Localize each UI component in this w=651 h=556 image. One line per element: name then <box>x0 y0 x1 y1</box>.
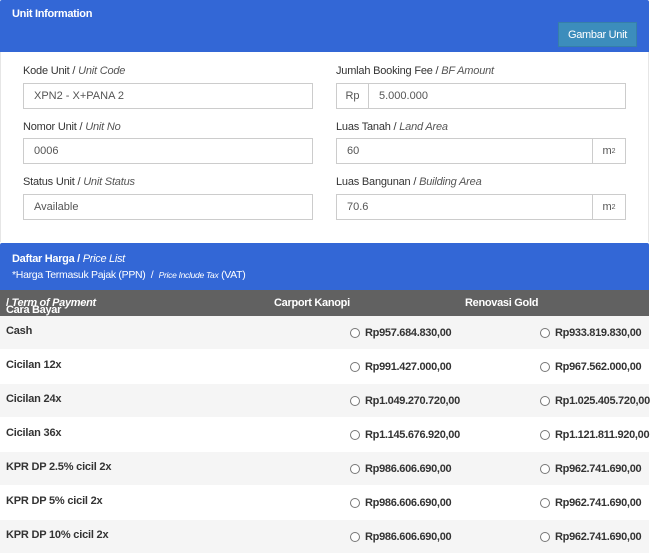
col-payment: Cara Bayar / Term of Payment <box>6 297 96 316</box>
status-unit-field[interactable]: Available <box>23 194 313 220</box>
table-row: Cicilan 24x Rp1.049.270.720,00 Rp1.025.4… <box>0 384 650 418</box>
booking-fee-label: Jumlah Booking Fee / BF Amount <box>336 65 494 77</box>
price-option-carport[interactable]: Rp1.145.676.920,00 <box>350 429 460 441</box>
col-carport-kanopi: Carport Kanopi <box>274 297 350 309</box>
nomor-unit-field[interactable]: 0006 <box>23 138 313 164</box>
currency-addon: Rp <box>337 84 369 108</box>
radio-button[interactable] <box>350 328 360 338</box>
table-row: Cicilan 36x Rp1.145.676.920,00 Rp1.121.8… <box>0 418 650 452</box>
luas-bangunan-field[interactable]: 70.6 m2 <box>336 194 626 220</box>
price-option-carport[interactable]: Rp986.606.690,00 <box>350 531 452 543</box>
radio-button[interactable] <box>350 498 360 508</box>
area-unit-addon: m2 <box>592 139 625 163</box>
unit-info-form: Kode Unit / Unit Code XPN2 - X+PANA 2 No… <box>0 52 649 242</box>
price-option-carport[interactable]: Rp1.049.270.720,00 <box>350 395 460 407</box>
price-option-carport[interactable]: Rp957.684.830,00 <box>350 327 452 339</box>
unit-info-header: Unit Information Gambar Unit <box>0 0 649 52</box>
radio-button[interactable] <box>350 396 360 406</box>
kode-unit-field[interactable]: XPN2 - X+PANA 2 <box>23 83 313 109</box>
price-list-title: Daftar Harga / Price List <box>12 253 125 265</box>
price-table-header: Cara Bayar / Term of Payment Carport Kan… <box>0 290 649 316</box>
area-unit-addon: m2 <box>592 195 625 219</box>
radio-button[interactable] <box>540 362 550 372</box>
radio-button[interactable] <box>540 430 550 440</box>
luas-tanah-field[interactable]: 60 m2 <box>336 138 626 164</box>
price-option-renovasi[interactable]: Rp967.562.000,00 <box>540 361 642 373</box>
tax-note: *Harga Termasuk Pajak (PPN) / Price Incl… <box>12 269 246 281</box>
gambar-unit-button[interactable]: Gambar Unit <box>558 22 637 47</box>
table-row: KPR DP 10% cicil 2x Rp986.606.690,00 Rp9… <box>0 520 649 554</box>
price-option-renovasi[interactable]: Rp933.819.830,00 <box>540 327 642 339</box>
radio-button[interactable] <box>540 498 550 508</box>
radio-button[interactable] <box>350 362 360 372</box>
luas-bangunan-label: Luas Bangunan / Building Area <box>336 176 482 188</box>
price-table-body: Cash Rp957.684.830,00 Rp933.819.830,00 C… <box>0 316 650 554</box>
radio-button[interactable] <box>350 532 360 542</box>
radio-button[interactable] <box>540 396 550 406</box>
status-unit-label: Status Unit / Unit Status <box>23 176 135 188</box>
radio-button[interactable] <box>350 464 360 474</box>
price-option-renovasi[interactable]: Rp1.121.811.920,00 <box>540 429 650 441</box>
col-renovasi-gold: Renovasi Gold <box>465 297 539 309</box>
booking-fee-field[interactable]: Rp 5.000.000 <box>336 83 626 109</box>
price-option-renovasi[interactable]: Rp962.741.690,00 <box>540 463 642 475</box>
price-option-renovasi[interactable]: Rp1.025.405.720,00 <box>540 395 650 407</box>
price-option-carport[interactable]: Rp991.427.000,00 <box>350 361 452 373</box>
radio-button[interactable] <box>350 430 360 440</box>
kode-unit-label: Kode Unit / Unit Code <box>23 65 126 77</box>
nomor-unit-label: Nomor Unit / Unit No <box>23 121 121 133</box>
price-option-renovasi[interactable]: Rp962.741.690,00 <box>540 497 642 509</box>
radio-button[interactable] <box>540 328 550 338</box>
price-option-carport[interactable]: Rp986.606.690,00 <box>350 463 452 475</box>
table-row: KPR DP 5% cicil 2x Rp986.606.690,00 Rp96… <box>0 486 649 520</box>
price-list-header: Daftar Harga / Price List *Harga Termasu… <box>0 243 649 290</box>
luas-tanah-label: Luas Tanah / Land Area <box>336 121 448 133</box>
table-row: KPR DP 2.5% cicil 2x Rp986.606.690,00 Rp… <box>0 452 649 486</box>
price-option-renovasi[interactable]: Rp962.741.690,00 <box>540 531 642 543</box>
price-option-carport[interactable]: Rp986.606.690,00 <box>350 497 452 509</box>
unit-info-title: Unit Information <box>12 8 93 20</box>
radio-button[interactable] <box>540 464 550 474</box>
table-row: Cicilan 12x Rp991.427.000,00 Rp967.562.0… <box>0 350 649 384</box>
radio-button[interactable] <box>540 532 550 542</box>
table-row: Cash Rp957.684.830,00 Rp933.819.830,00 <box>0 316 649 350</box>
